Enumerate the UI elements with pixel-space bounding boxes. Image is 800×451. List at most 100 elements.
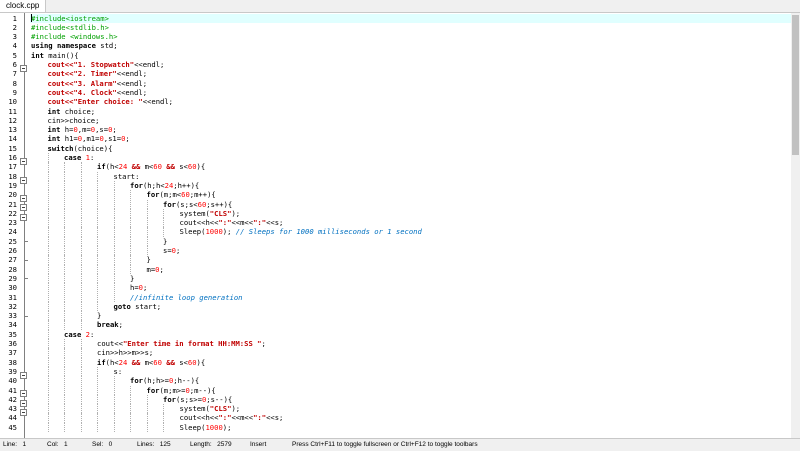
code-line[interactable]: for(h;h>=0;h--){: [30, 376, 791, 386]
indent-guide: [80, 208, 82, 219]
code-text: case 1:: [64, 153, 94, 162]
code-line[interactable]: switch(choice){: [30, 144, 791, 153]
code-line[interactable]: for(s;s<60;s++){: [30, 199, 791, 209]
code-line[interactable]: goto start;: [30, 301, 791, 312]
code-line[interactable]: cout<<"3. Alarm"<<endl;: [30, 79, 791, 88]
code-token: cout<<: [97, 339, 123, 348]
code-line[interactable]: for(h;h<24;h++){: [30, 180, 791, 191]
indent-guide: [80, 394, 82, 405]
code-editor[interactable]: 1 2 3 4 5 6 7 8 9 10 11 12 13 14 15 16 17 18 19 20 21 22 23 24 2…: [0, 13, 800, 438]
code-line[interactable]: start:: [30, 171, 791, 181]
minus-box-icon[interactable]: [20, 213, 27, 221]
minus-box-icon[interactable]: [20, 409, 27, 416]
indent-guide: [80, 366, 82, 377]
code-line[interactable]: }: [30, 311, 791, 321]
code-token: 60: [187, 162, 197, 172]
minus-box-icon[interactable]: [20, 157, 27, 165]
indent-guide: [64, 366, 65, 377]
code-token: ":": [253, 413, 267, 423]
indent-guide: [80, 385, 82, 395]
code-line[interactable]: system("CLS");: [30, 208, 791, 219]
code-line[interactable]: using namespace std;: [30, 41, 791, 50]
code-line[interactable]: for(s;s>=0;s--){: [30, 394, 791, 405]
code-line[interactable]: case 2:: [30, 329, 791, 339]
code-line[interactable]: //infinite loop generation: [30, 292, 791, 302]
code-line[interactable]: int main(){: [30, 51, 791, 60]
minus-box-icon[interactable]: [20, 399, 27, 407]
code-line[interactable]: cout<<"2. Timer"<<endl;: [30, 69, 791, 78]
code-line[interactable]: }: [30, 236, 791, 246]
minus-box-icon[interactable]: [20, 371, 27, 379]
vertical-scrollbar[interactable]: [791, 13, 800, 438]
code-token: cout<<: [47, 87, 74, 97]
code-line[interactable]: #include<stdlib.h>: [30, 23, 791, 32]
code-line[interactable]: for(m;m<60;m++){: [30, 190, 791, 200]
code-line[interactable]: cin>>choice;: [30, 116, 791, 125]
code-line[interactable]: h=0;: [30, 283, 791, 293]
code-line[interactable]: #include<iostream>: [30, 13, 791, 23]
indent-guide: [47, 171, 49, 181]
code-line[interactable]: cout<<"Enter choice: "<<endl;: [30, 97, 791, 106]
code-line[interactable]: int choice;: [30, 107, 791, 116]
indent-guide: [130, 208, 131, 219]
file-tab[interactable]: clock.cpp: [0, 0, 47, 12]
code-line[interactable]: Sleep(1000); // Sleeps for 1000 millisec…: [30, 227, 791, 237]
code-line[interactable]: cout<<h<<":"<<m<<":"<<s;: [30, 218, 791, 228]
code-line[interactable]: if(h<24 && m<60 && s<60){: [30, 357, 791, 367]
status-hint: Press Ctrl+F11 to toggle fullscreen or C…: [292, 441, 478, 448]
indent-guide: [80, 292, 82, 302]
code-token: ;: [261, 339, 266, 348]
code-token: s<: [179, 357, 188, 367]
code-token: 60: [153, 357, 162, 367]
line-number: 22: [8, 208, 17, 218]
code-line[interactable]: cout<<"4. Clock"<<endl;: [30, 88, 791, 97]
minus-box-icon[interactable]: [20, 390, 27, 398]
indent-guide: [113, 208, 115, 219]
indent-guide: [130, 255, 131, 265]
minus-box-icon[interactable]: [20, 195, 27, 203]
code-line[interactable]: s=0;: [30, 246, 791, 256]
code-line[interactable]: m=0;: [30, 264, 791, 274]
line-number: 1: [12, 13, 17, 23]
indent-guide: [97, 283, 98, 293]
code-token: );: [231, 404, 241, 414]
minus-box-icon[interactable]: [20, 64, 27, 72]
code-line[interactable]: }: [30, 273, 791, 284]
indent-guide: [80, 376, 82, 386]
code-line[interactable]: break;: [30, 320, 791, 330]
line-number: 19: [8, 180, 17, 190]
code-line[interactable]: cout<<h<<":"<<m<<":"<<s;: [30, 413, 791, 423]
code-line[interactable]: Sleep(1000);: [30, 422, 791, 432]
code-token: "2. Timer": [73, 69, 117, 79]
code-line[interactable]: int h1=0,m1=0,s1=0;: [30, 134, 791, 143]
code-text: int main(){: [31, 51, 79, 60]
code-text: system("CLS");: [180, 404, 241, 413]
code-text: case 2:: [64, 330, 94, 339]
indent-guide: [97, 394, 98, 405]
indent-guide: [64, 246, 65, 256]
code-area[interactable]: #include<iostream> #include<stdlib.h> #inc…: [30, 13, 791, 438]
code-line[interactable]: case 1:: [30, 153, 791, 163]
indent-guide: [113, 385, 115, 395]
code-token: ;h++){: [173, 180, 200, 190]
minus-box-icon[interactable]: [20, 204, 27, 212]
code-token: <<m<<: [231, 413, 254, 423]
code-token: <<endl;: [116, 69, 148, 79]
code-line[interactable]: cout<<"Enter time in format HH:MM:SS ";: [30, 339, 791, 349]
code-line[interactable]: system("CLS");: [30, 404, 791, 414]
code-line[interactable]: cin>>h>>m>>s;: [30, 348, 791, 358]
indent-guide: [97, 413, 98, 423]
code-token: system(: [179, 208, 210, 218]
code-token: if: [97, 162, 106, 172]
code-line[interactable]: cout<<"1. Stopwatch"<<endl;: [30, 60, 791, 69]
code-line[interactable]: for(m;m>=0;m--){: [30, 385, 791, 395]
code-line[interactable]: #include <windows.h>: [30, 32, 791, 41]
minus-box-icon[interactable]: [20, 176, 27, 184]
code-line[interactable]: }: [30, 255, 791, 265]
line-number: 39: [8, 366, 17, 376]
code-line[interactable]: int h=0,m=0,s=0;: [30, 125, 791, 134]
code-line[interactable]: if(h<24 && m<60 && s<60){: [30, 162, 791, 172]
indent-guide: [64, 218, 65, 228]
code-line[interactable]: s:: [30, 366, 791, 377]
scrollbar-thumb[interactable]: [792, 15, 799, 155]
